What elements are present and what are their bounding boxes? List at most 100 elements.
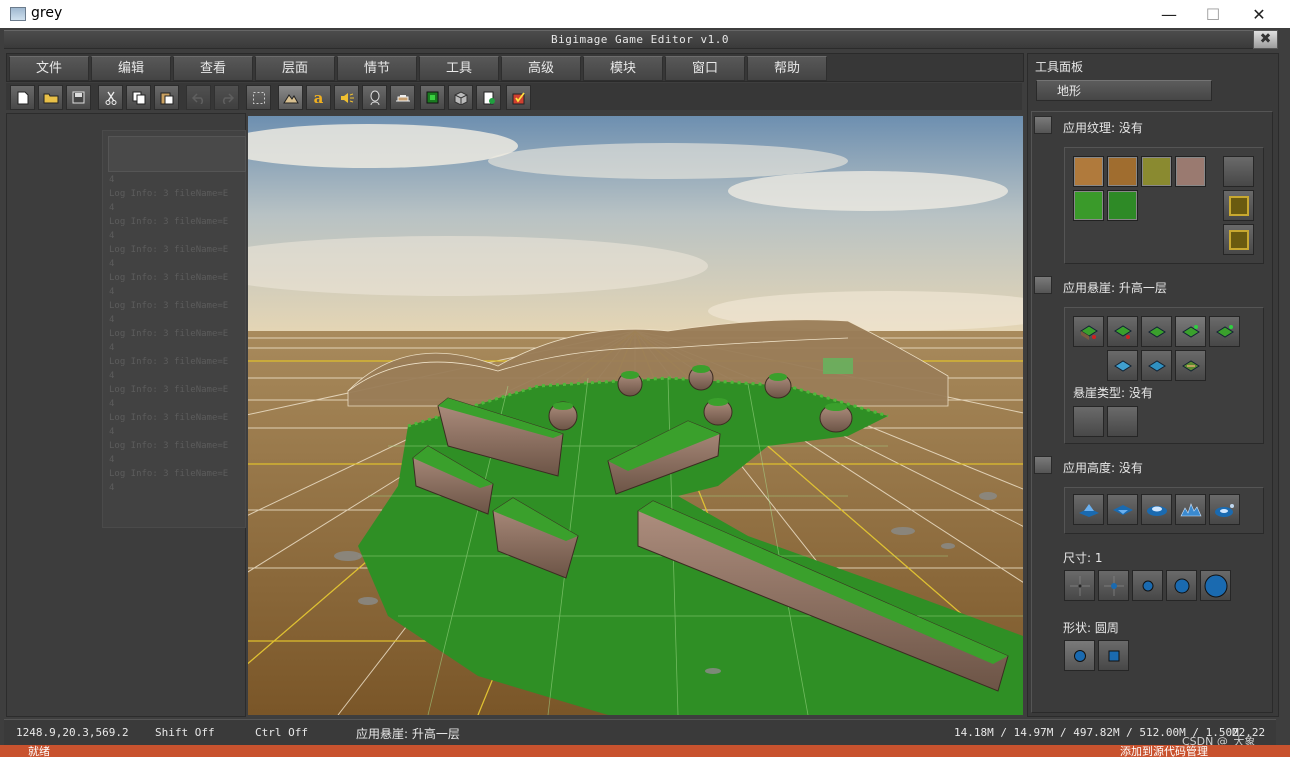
tool-panel: 工具面板 地形 应用纹理: 没有 应用悬崖: 升高一层 悬崖类型: 没有 应用高… [1027, 53, 1279, 717]
cliff-type-1-button[interactable] [1073, 406, 1104, 437]
grass-texture[interactable] [1073, 190, 1104, 221]
rock-texture[interactable] [1175, 156, 1206, 187]
brush-size-2-icon[interactable] [1098, 570, 1129, 601]
menu-view[interactable]: 查看 [173, 56, 253, 81]
log-line: 4 [109, 231, 115, 241]
log-line: 4 [109, 455, 115, 465]
texture-palette [1064, 147, 1264, 264]
apply-cliff-label: 应用悬崖: 升高一层 [1063, 281, 1167, 295]
brush-shape-label: 形状: 圆周 [1063, 621, 1119, 635]
height-raise-icon[interactable] [1073, 494, 1104, 525]
new-file-icon[interactable] [10, 85, 35, 110]
log-line: 4 [109, 371, 115, 381]
log-line: Log Info: 3 fileName=E [109, 245, 229, 255]
log-line: Log Info: 3 fileName=E [109, 189, 229, 199]
cut-icon[interactable] [98, 85, 123, 110]
editor-close-button[interactable]: ✖ [1253, 30, 1278, 49]
apply-height-checkbox[interactable] [1034, 456, 1052, 474]
grassy-dirt-texture[interactable] [1141, 156, 1172, 187]
select-rect-icon[interactable] [246, 85, 271, 110]
tool-panel-title: 工具面板 [1035, 60, 1084, 74]
height-smooth-icon[interactable] [1209, 494, 1240, 525]
current-action: 应用悬崖: 升高一层 [356, 727, 460, 741]
log-line: Log Info: 3 fileName=E [109, 357, 229, 367]
log-line: 4 [109, 343, 115, 353]
map-viewport[interactable] [248, 116, 1023, 715]
log-line: Log Info: 3 fileName=E [109, 469, 229, 479]
sound-icon[interactable] [334, 85, 359, 110]
open-folder-icon[interactable] [38, 85, 63, 110]
menu-layer[interactable]: 层面 [255, 56, 335, 81]
cliff-water-icon[interactable] [1107, 350, 1138, 381]
dirt-texture[interactable] [1073, 156, 1104, 187]
terrain-icon[interactable] [278, 85, 303, 110]
log-line: Log Info: 3 fileName=E [109, 385, 229, 395]
height-plateau-icon[interactable] [1141, 494, 1172, 525]
ide-status-strip: 就绪 添加到源代码管理 [0, 745, 1290, 757]
log-line: 4 [109, 287, 115, 297]
shift-status: Shift Off [155, 726, 215, 739]
rough-dirt-texture[interactable] [1107, 156, 1138, 187]
brush-size-1-icon[interactable] [1064, 570, 1095, 601]
square-shape-icon[interactable] [1098, 640, 1129, 671]
cliff-level-icon[interactable] [1141, 316, 1172, 347]
menu-tools[interactable]: 工具 [419, 56, 499, 81]
menu-edit[interactable]: 编辑 [91, 56, 171, 81]
menu-module[interactable]: 模块 [583, 56, 663, 81]
apply-texture-checkbox[interactable] [1034, 116, 1052, 134]
menu-file[interactable]: 文件 [9, 56, 89, 81]
cliff-raise2-icon[interactable] [1209, 316, 1240, 347]
menu-window[interactable]: 窗口 [665, 56, 745, 81]
log-line: 4 [109, 483, 115, 493]
brush-size-3-icon[interactable] [1132, 570, 1163, 601]
height-noise-icon[interactable] [1175, 494, 1206, 525]
log-line: 4 [109, 175, 115, 185]
camera-icon[interactable] [448, 85, 473, 110]
cliff-deep-water-icon[interactable] [1141, 350, 1172, 381]
undo-icon[interactable] [186, 85, 211, 110]
texture-slot-empty-button[interactable] [1223, 156, 1254, 187]
log-line: Log Info: 3 fileName=E [109, 329, 229, 339]
region-icon[interactable] [420, 85, 445, 110]
apply-height-label: 应用高度: 没有 [1063, 461, 1143, 475]
toolbar: a [6, 83, 1022, 110]
cliff-raise-icon[interactable] [1175, 316, 1206, 347]
redo-icon[interactable] [214, 85, 239, 110]
tab-terrain[interactable]: 地形 [1036, 80, 1212, 101]
cliff-type-2-button[interactable] [1107, 406, 1138, 437]
minimize-button[interactable]: — [1146, 0, 1192, 28]
menu-help[interactable]: 帮助 [747, 56, 827, 81]
brush-size-5-icon[interactable] [1200, 570, 1231, 601]
app-window-icon [10, 7, 26, 21]
small-brush-texture-icon[interactable] [1223, 190, 1254, 221]
circle-shape-icon[interactable] [1064, 640, 1095, 671]
large-brush-texture-icon[interactable] [1223, 224, 1254, 255]
maximize-button[interactable]: ☐ [1190, 0, 1236, 28]
item-icon[interactable] [476, 85, 501, 110]
cliff-ramp-icon[interactable] [1175, 350, 1206, 381]
cliff-palette: 悬崖类型: 没有 [1064, 307, 1264, 444]
log-line: Log Info: 3 fileName=E [109, 441, 229, 451]
save-icon[interactable] [66, 85, 91, 110]
height-lower-icon[interactable] [1107, 494, 1138, 525]
apply-cliff-checkbox[interactable] [1034, 276, 1052, 294]
log-line: Log Info: 3 fileName=E [109, 301, 229, 311]
cliff-lower-icon[interactable] [1073, 316, 1104, 347]
menu-bar: 文件 编辑 查看 层面 情节 工具 高级 模块 窗口 帮助 [6, 53, 1024, 82]
brush-size-4-icon[interactable] [1166, 570, 1197, 601]
text-a-icon[interactable]: a [306, 85, 331, 110]
menu-advanced[interactable]: 高级 [501, 56, 581, 81]
cliff-lower2-icon[interactable] [1107, 316, 1138, 347]
log-line: 4 [109, 427, 115, 437]
log-line: 4 [109, 315, 115, 325]
close-button[interactable]: ✕ [1236, 0, 1282, 28]
paste-icon[interactable] [154, 85, 179, 110]
doodad-icon[interactable] [390, 85, 415, 110]
copy-icon[interactable] [126, 85, 151, 110]
dark-grass-texture[interactable] [1107, 190, 1138, 221]
test-map-icon[interactable] [506, 85, 531, 110]
cursor-coordinates: 1248.9,20.3,569.2 [16, 726, 129, 739]
add-to-source-control[interactable]: 添加到源代码管理 [1120, 745, 1208, 757]
menu-scenario[interactable]: 情节 [337, 56, 417, 81]
unit-icon[interactable] [362, 85, 387, 110]
